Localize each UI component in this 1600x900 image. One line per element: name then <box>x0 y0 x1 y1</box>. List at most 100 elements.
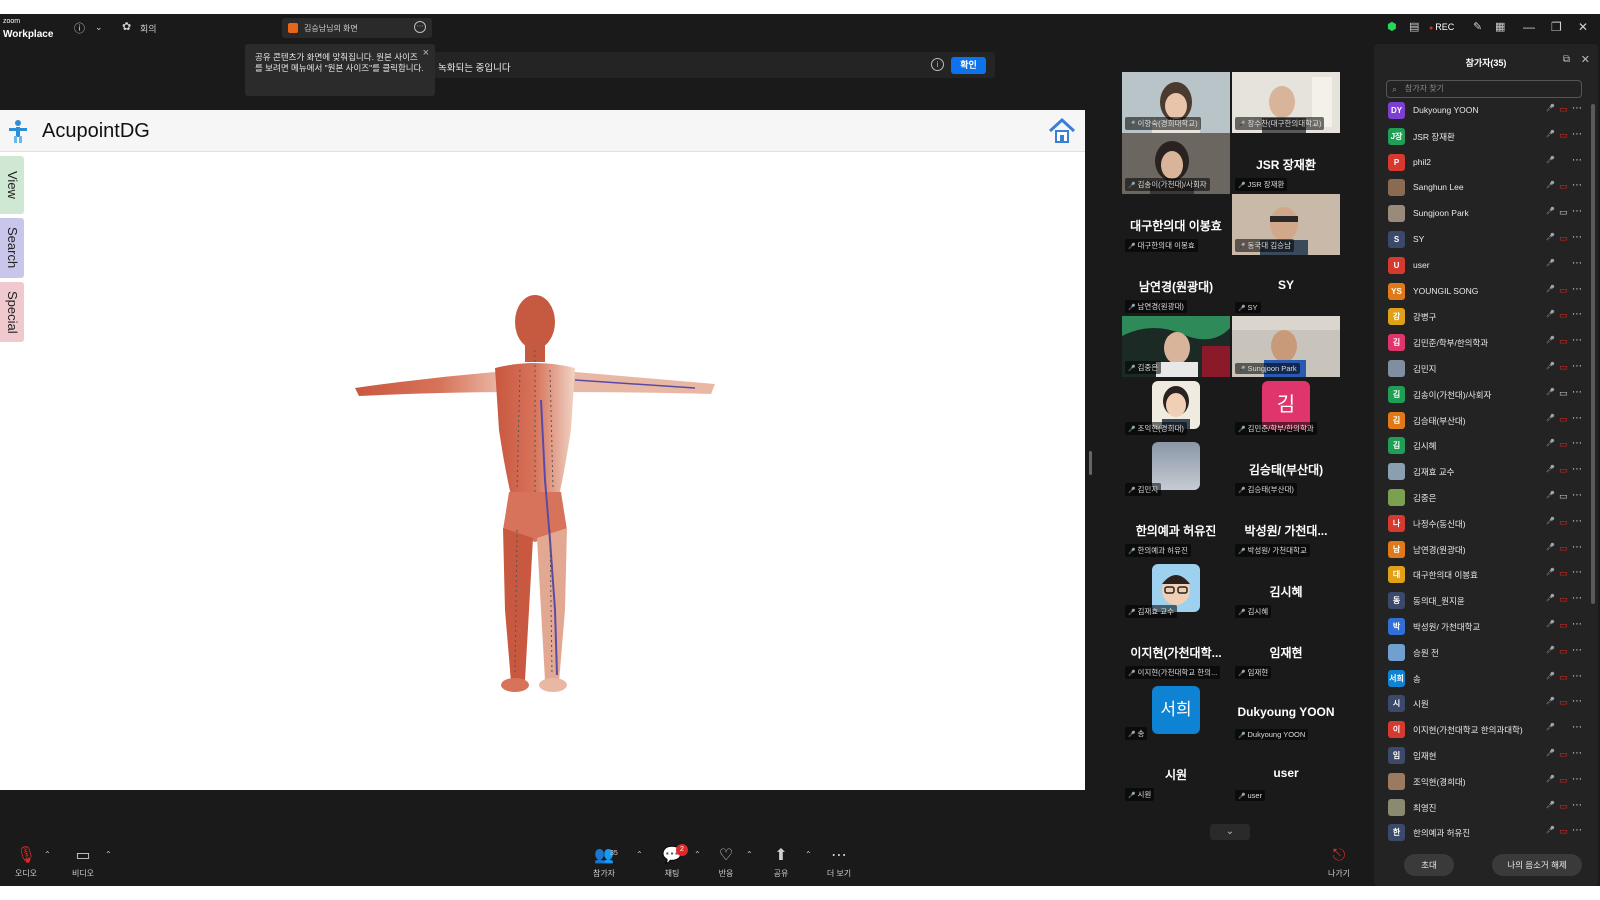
participant-tile[interactable]: 시원 시원 <box>1122 743 1230 804</box>
mic-muted-icon[interactable]: 🎤 <box>1546 362 1555 370</box>
camera-off-icon[interactable]: ▭ <box>1559 439 1568 450</box>
mic-muted-icon[interactable]: 🎤 <box>1546 130 1555 138</box>
mic-muted-icon[interactable]: 🎤 <box>1546 697 1555 705</box>
camera-off-icon[interactable]: ▭ <box>1559 801 1568 812</box>
share-view-tab[interactable]: 김승남님의 화면 ⋯ <box>282 18 432 38</box>
mic-muted-icon[interactable]: 🎤 <box>1546 207 1555 215</box>
participant-tile[interactable]: 김송이(가천대)/사회자 <box>1122 133 1230 194</box>
mic-muted-icon[interactable]: 🎤 <box>1546 775 1555 783</box>
info-icon[interactable]: ⓘ <box>74 20 85 36</box>
share-button[interactable]: ⬆ 공유 ⌃ <box>751 846 812 879</box>
more-options-icon[interactable]: ⋯ <box>1572 438 1582 449</box>
participant-row[interactable]: J장 JSR 장재환 🎤 ▭ ⋯ <box>1384 126 1584 148</box>
camera-icon[interactable]: ▭ <box>1559 388 1568 399</box>
participant-row[interactable]: 대 대구한의대 이봉효 🎤 ▭ ⋯ <box>1384 564 1584 586</box>
mic-muted-icon[interactable]: 🎤 <box>1546 181 1555 189</box>
participant-tile[interactable]: user user <box>1232 743 1340 804</box>
participant-row[interactable]: 한 한의예과 허유진 🎤 ▭ ⋯ <box>1384 822 1584 844</box>
view-layout-icon[interactable]: ▦ <box>1495 20 1505 33</box>
participant-row[interactable]: 강 강병구 🎤 ▭ ⋯ <box>1384 306 1584 328</box>
participant-row[interactable]: 조익현(경희대) 🎤 ▭ ⋯ <box>1384 771 1584 793</box>
camera-icon[interactable]: ▭ <box>1559 491 1568 502</box>
participants-button[interactable]: 👥 35 참가자 ⌃ <box>574 846 643 879</box>
more-options-icon[interactable]: ⋯ <box>1572 258 1582 269</box>
recording-indicator[interactable]: REC <box>1429 22 1454 32</box>
close-window-icon[interactable]: ✕ <box>1578 20 1588 34</box>
participant-row[interactable]: S SY 🎤 ▭ ⋯ <box>1384 229 1584 251</box>
more-options-icon[interactable]: ⋯ <box>1572 542 1582 553</box>
more-options-icon[interactable]: ⋯ <box>1572 180 1582 191</box>
mic-muted-icon[interactable]: 🎤 <box>1546 465 1555 473</box>
participant-tile[interactable]: 장수찬(대구한의대학교) <box>1232 72 1340 133</box>
human-anatomy-model[interactable] <box>345 280 725 700</box>
more-options-icon[interactable]: ⋯ <box>1572 748 1582 759</box>
more-options-icon[interactable]: ⋯ <box>1572 645 1582 656</box>
reactions-button[interactable]: ♡ 반응 ⌃ <box>696 846 756 879</box>
participant-tile[interactable]: 대구한의대 이봉효 대구한의대 이봉효 <box>1122 194 1230 255</box>
mic-muted-icon[interactable]: 🎤 <box>1546 826 1555 834</box>
participant-tile[interactable]: 한의예과 허유진 한의예과 허유진 <box>1122 499 1230 560</box>
participant-tile[interactable]: SY SY <box>1232 255 1340 316</box>
participant-row[interactable]: 승원 전 🎤 ▭ ⋯ <box>1384 642 1584 664</box>
panel-resize-handle[interactable] <box>1089 451 1092 475</box>
info-icon[interactable]: i <box>931 58 944 71</box>
more-options-icon[interactable]: ⋯ <box>1572 800 1582 811</box>
shared-screen[interactable]: AcupointDG View Search Special <box>0 110 1085 790</box>
participant-row[interactable]: 김재효 교수 🎤 ▭ ⋯ <box>1384 461 1584 483</box>
participant-tile[interactable]: 남연경(원광대) 남연경(원광대) <box>1122 255 1230 316</box>
participant-tile[interactable]: 김시혜 김시혜 <box>1232 560 1340 621</box>
participant-row[interactable]: 남 남연경(원광대) 🎤 ▭ ⋯ <box>1384 539 1584 561</box>
participant-tile[interactable]: 김중은 <box>1122 316 1230 377</box>
more-options-icon[interactable]: ⋯ <box>1572 155 1582 166</box>
tab-search[interactable]: Search <box>0 218 24 278</box>
camera-off-icon[interactable]: ▭ <box>1559 594 1568 605</box>
invite-button[interactable]: 초대 <box>1404 854 1454 876</box>
camera-off-icon[interactable]: ▭ <box>1559 336 1568 347</box>
participant-row[interactable]: 김 김시혜 🎤 ▭ ⋯ <box>1384 435 1584 457</box>
camera-off-icon[interactable]: ▭ <box>1559 517 1568 528</box>
more-options-icon[interactable]: ⋯ <box>1572 335 1582 346</box>
more-options-icon[interactable]: ⋯ <box>1572 671 1582 682</box>
more-options-icon[interactable]: ⋯ <box>1572 619 1582 630</box>
more-button[interactable]: ⋯ 더 보기 <box>809 846 869 879</box>
mic-muted-icon[interactable]: 🎤 <box>1546 749 1555 757</box>
mic-muted-icon[interactable]: 🎤 <box>1546 646 1555 654</box>
mic-muted-icon[interactable]: 🎤 <box>1546 723 1555 731</box>
participant-tile[interactable]: 김승태(부산대) 김승태(부산대) <box>1232 438 1340 499</box>
mic-muted-icon[interactable]: 🎤 <box>1546 594 1555 602</box>
more-options-icon[interactable]: ⋯ <box>1572 103 1582 114</box>
unmute-me-button[interactable]: 나의 음소거 해제 <box>1492 854 1582 876</box>
more-options-icon[interactable]: ⋯ <box>1572 361 1582 372</box>
camera-off-icon[interactable]: ▭ <box>1559 104 1568 115</box>
participant-list-scrollbar[interactable] <box>1591 104 1595 604</box>
participant-row[interactable]: 김 김승태(부산대) 🎤 ▭ ⋯ <box>1384 410 1584 432</box>
participant-row[interactable]: Pphil2 🎤 ⋯ <box>1384 152 1584 174</box>
more-options-icon[interactable]: ⋯ <box>1572 206 1582 217</box>
home-icon[interactable] <box>1047 116 1077 146</box>
mic-muted-icon[interactable]: 🎤 <box>1546 517 1555 525</box>
camera-off-icon[interactable]: ▭ <box>1559 181 1568 192</box>
participant-row[interactable]: 임 임재현 🎤 ▭ ⋯ <box>1384 745 1584 767</box>
participant-tile[interactable]: 이향숙(경희대학교) <box>1122 72 1230 133</box>
camera-off-icon[interactable]: ▭ <box>1559 775 1568 786</box>
participant-row[interactable]: 최영진 🎤 ▭ ⋯ <box>1384 797 1584 819</box>
shield-icon[interactable]: ⬢ <box>1387 20 1397 33</box>
participant-row[interactable]: YS YOUNGIL SONG 🎤 ▭ ⋯ <box>1384 281 1584 303</box>
participant-row[interactable]: Uuser 🎤 ⋯ <box>1384 255 1584 277</box>
more-options-icon[interactable]: ⋯ <box>1572 825 1582 836</box>
camera-off-icon[interactable]: ▭ <box>1559 543 1568 554</box>
tab-view[interactable]: View <box>0 156 24 214</box>
camera-off-icon[interactable]: ▭ <box>1559 826 1568 837</box>
participant-row[interactable]: 김 김민준/학부/한의학과 🎤 ▭ ⋯ <box>1384 332 1584 354</box>
camera-off-icon[interactable]: ▭ <box>1559 233 1568 244</box>
more-options-icon[interactable]: ⋯ <box>1572 490 1582 501</box>
participant-row[interactable]: 김민지 🎤 ▭ ⋯ <box>1384 358 1584 380</box>
minimize-icon[interactable]: — <box>1523 20 1535 34</box>
more-options-icon[interactable]: ⋯ <box>1572 516 1582 527</box>
camera-off-icon[interactable]: ▭ <box>1559 285 1568 296</box>
more-options-icon[interactable]: ⋯ <box>1572 567 1582 578</box>
more-options-icon[interactable]: ⋯ <box>414 21 426 33</box>
chevron-down-icon[interactable]: ⌄ <box>95 22 103 33</box>
participant-tile[interactable]: 서희 송 <box>1122 682 1230 743</box>
participant-tile[interactable]: 이지현(가천대학... 이지현(가천대학교 한의... <box>1122 621 1230 682</box>
